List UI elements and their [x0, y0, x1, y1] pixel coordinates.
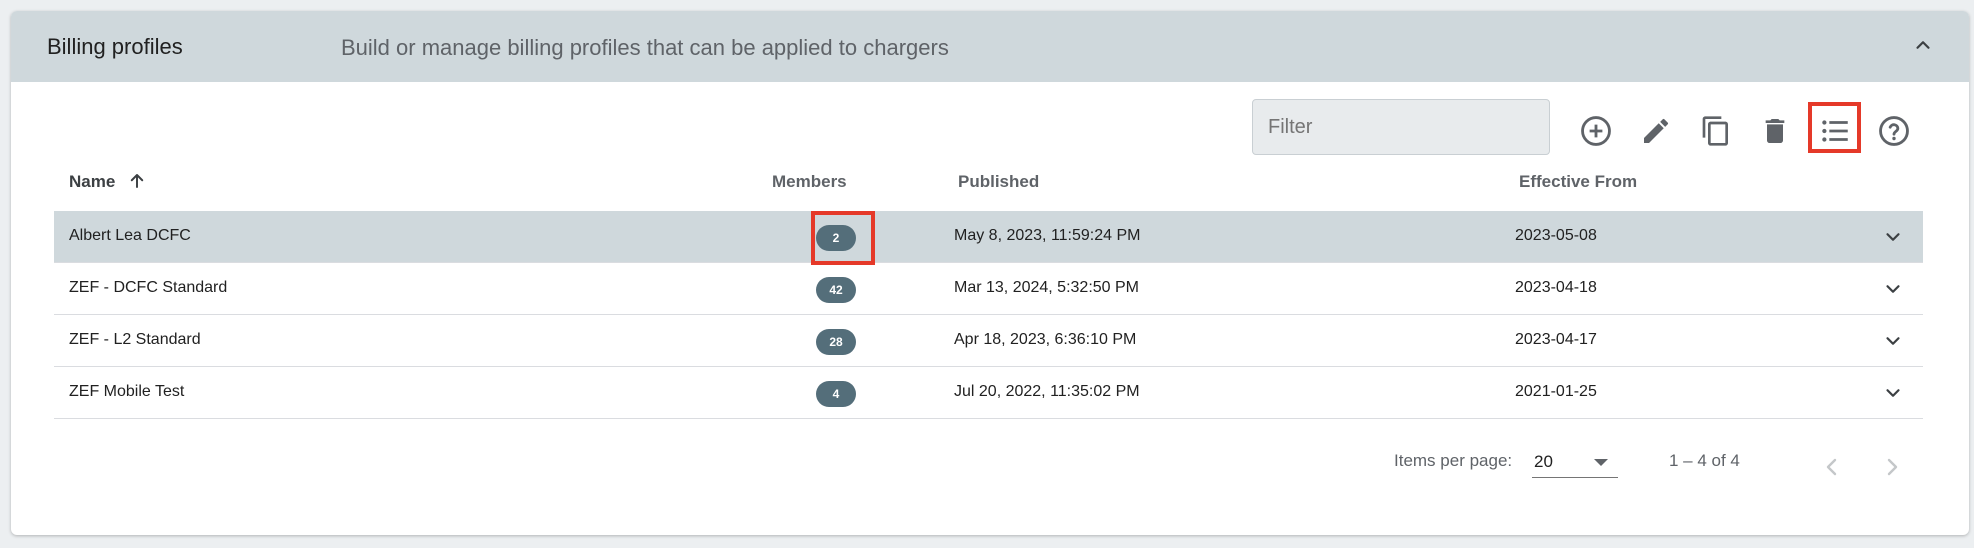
page-size-select[interactable]: 20 [1532, 448, 1618, 478]
column-header-effective-from[interactable]: Effective From [1519, 172, 1637, 192]
published-date: May 8, 2023, 11:59:24 PM [954, 227, 1141, 244]
profile-name: Albert Lea DCFC [69, 227, 191, 244]
column-header-name[interactable]: Name [69, 172, 146, 192]
chevron-down-icon [1886, 285, 1900, 293]
members-badge[interactable]: 4 [816, 381, 856, 407]
effective-from-date: 2023-04-18 [1515, 279, 1597, 296]
expand-row-button[interactable] [1879, 379, 1907, 407]
help-icon [1879, 116, 1909, 146]
add-profile-button[interactable] [1576, 111, 1616, 151]
items-per-page-label: Items per page: [1394, 451, 1513, 470]
table-row[interactable]: ZEF - DCFC Standard 42 Mar 13, 2024, 5:3… [54, 263, 1923, 315]
chevron-down-icon [1886, 389, 1900, 397]
filter-input[interactable] [1253, 100, 1549, 154]
copy-profile-button[interactable] [1696, 111, 1736, 151]
members-badge[interactable]: 28 [816, 329, 856, 355]
expand-row-button[interactable] [1879, 327, 1907, 355]
panel-title: Billing profiles [47, 34, 183, 59]
list-icon [1822, 120, 1848, 142]
edit-profile-button[interactable] [1636, 111, 1676, 151]
published-date: Jul 20, 2022, 11:35:02 PM [954, 383, 1140, 400]
table-row[interactable]: ZEF - L2 Standard 28 Apr 18, 2023, 6:36:… [54, 315, 1923, 367]
effective-from-date: 2023-05-08 [1515, 227, 1597, 244]
edit-icon [1644, 118, 1669, 143]
copy-icon [1702, 116, 1728, 146]
panel-header[interactable]: Billing profiles Build or manage billing… [11, 11, 1969, 82]
filter-field[interactable] [1252, 99, 1550, 155]
page-size-value: 20 [1534, 452, 1553, 471]
published-date: Apr 18, 2023, 6:36:10 PM [954, 331, 1137, 348]
members-badge[interactable]: 2 [816, 225, 856, 251]
effective-from-date: 2021-01-25 [1515, 383, 1597, 400]
expand-row-button[interactable] [1879, 275, 1907, 303]
column-header-published[interactable]: Published [958, 172, 1039, 192]
table-row[interactable]: ZEF Mobile Test 4 Jul 20, 2022, 11:35:02… [54, 367, 1923, 419]
chevron-right-icon [1887, 458, 1898, 476]
billing-profiles-panel: Billing profiles Build or manage billing… [11, 11, 1969, 535]
profile-name: ZEF - DCFC Standard [69, 279, 228, 296]
arrow-up-icon [130, 174, 144, 188]
chevron-left-icon [1826, 458, 1837, 476]
effective-from-date: 2023-04-17 [1515, 331, 1597, 348]
column-header-name-label: Name [69, 172, 116, 191]
chevron-up-icon [1916, 41, 1930, 49]
collapse-button[interactable] [1907, 29, 1939, 61]
chevron-down-icon [1886, 337, 1900, 345]
panel-description: Build or manage billing profiles that ca… [341, 35, 949, 60]
profile-name: ZEF Mobile Test [69, 383, 185, 400]
page-range-label: 1 – 4 of 4 [1669, 451, 1740, 470]
expand-row-button[interactable] [1879, 223, 1907, 251]
delete-profile-button[interactable] [1755, 111, 1795, 151]
add-circle-icon [1581, 116, 1611, 146]
members-badge[interactable]: 42 [816, 277, 856, 303]
table-row[interactable]: Albert Lea DCFC 2 May 8, 2023, 11:59:24 … [54, 211, 1923, 263]
previous-page-button[interactable] [1818, 453, 1846, 481]
profile-name: ZEF - L2 Standard [69, 331, 201, 348]
delete-icon [1765, 119, 1785, 143]
column-header-members[interactable]: Members [772, 172, 847, 192]
help-button[interactable] [1874, 111, 1914, 151]
next-page-button[interactable] [1878, 453, 1906, 481]
published-date: Mar 13, 2024, 5:32:50 PM [954, 279, 1139, 296]
list-view-button[interactable] [1815, 111, 1855, 151]
chevron-down-icon [1886, 233, 1900, 241]
dropdown-arrow-icon [1594, 459, 1608, 466]
